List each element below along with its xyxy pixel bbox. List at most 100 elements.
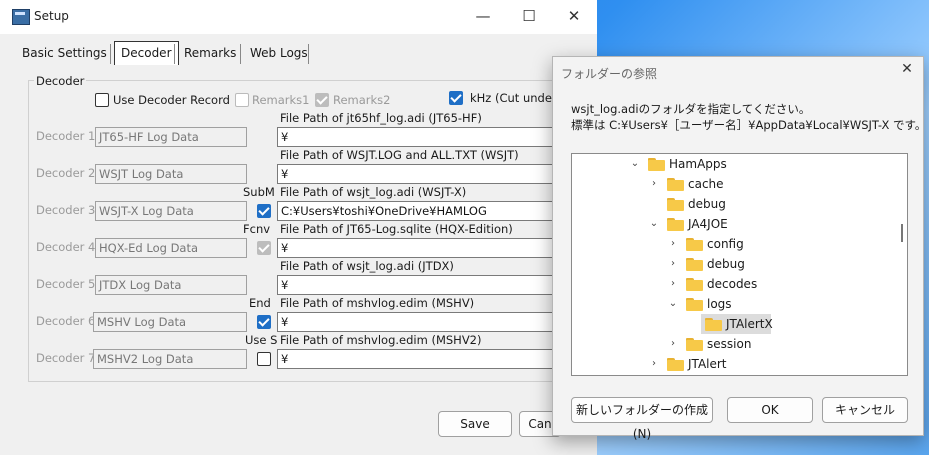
decoder-3-label: Decoder 3 [36, 203, 96, 217]
khz-checkbox[interactable] [449, 91, 463, 105]
decoder-6-path-input[interactable]: ¥ [277, 312, 554, 332]
decoder-5-path-input[interactable]: ¥ [277, 275, 554, 295]
chevron-right-icon[interactable]: › [668, 234, 678, 254]
decoder-3-submit-checkbox[interactable] [257, 204, 271, 218]
chevron-down-icon[interactable]: ⌄ [649, 214, 659, 234]
decoder-7-label: Decoder 7 [36, 351, 96, 365]
tree-item-label: logs [707, 297, 732, 311]
decoder-7-path-label: File Path of mshvlog.edim (MSHV2) [280, 333, 482, 347]
setup-window: Setup — ☐ ✕ Basic Settings Decoder Remar… [0, 0, 597, 455]
tab-decoder[interactable]: Decoder [114, 41, 179, 65]
tree-item-label: cache [688, 177, 724, 191]
app-icon [12, 9, 30, 25]
minimize-button[interactable]: — [460, 0, 506, 34]
chevron-right-icon[interactable]: › [649, 174, 659, 194]
tree-item-label: decodes [707, 277, 758, 291]
decoder-4-path-label: File Path of JT65-Log.sqlite (HQX-Editio… [280, 222, 513, 236]
decoder-4-name-field[interactable]: HQX-Ed Log Data [95, 238, 247, 258]
dialog-close-icon[interactable]: ✕ [897, 61, 917, 77]
decoder-2-name-field[interactable]: WSJT Log Data [95, 164, 247, 184]
close-button[interactable]: ✕ [551, 0, 597, 34]
group-label: Decoder [34, 74, 87, 88]
decoder-3-path-input[interactable]: C:¥Users¥toshi¥OneDrive¥HAMLOG [277, 201, 554, 221]
folder-icon [686, 278, 703, 291]
use-decoder-record-label: Use Decoder Record [113, 93, 230, 107]
decoder-7-path-input[interactable]: ¥ [277, 349, 554, 369]
tab-divider [240, 44, 241, 64]
chevron-down-icon[interactable]: ⌄ [668, 294, 678, 314]
decoder-4-fcnv-checkbox[interactable] [257, 241, 271, 255]
chevron-right-icon[interactable]: › [649, 354, 659, 374]
folder-icon [705, 318, 722, 331]
dialog-cancel-button[interactable]: キャンセル [822, 397, 908, 423]
tree-item-debug-2[interactable]: › debug [572, 254, 907, 274]
remarks2-checkbox[interactable] [315, 93, 329, 107]
dialog-title: フォルダーの参照 [561, 67, 658, 81]
chevron-right-icon[interactable]: › [668, 274, 678, 294]
folder-icon [648, 158, 665, 171]
tree-item-session[interactable]: › session [572, 334, 907, 354]
tree-item-label: debug [707, 257, 745, 271]
decoder-5-path-label: File Path of wsjt_log.adi (JTDX) [280, 259, 454, 273]
decoder-5-name-field[interactable]: JTDX Log Data [95, 275, 247, 295]
decoder-7-name-field[interactable]: MSHV2 Log Data [93, 349, 247, 369]
decoder-7-side-label: Use S [245, 333, 278, 347]
tab-remarks[interactable]: Remarks [178, 42, 242, 64]
tree-item-label: HamApps [669, 157, 727, 171]
chevron-right-icon[interactable]: › [668, 254, 678, 274]
use-decoder-record-checkbox[interactable] [95, 93, 109, 107]
folder-icon [686, 298, 703, 311]
tree-item-jtalert[interactable]: › JTAlert [572, 354, 907, 374]
decoder-3-name-field[interactable]: WSJT-X Log Data [95, 201, 247, 221]
decoder-2-path-input[interactable]: ¥ [277, 164, 554, 184]
new-folder-button[interactable]: 新しいフォルダーの作成(N) [571, 397, 713, 441]
folder-icon [667, 358, 684, 371]
maximize-button[interactable]: ☐ [506, 0, 552, 34]
tree-item-label: config [707, 237, 744, 251]
tree-item-label: JA4JOE [688, 217, 728, 231]
tab-basic-settings[interactable]: Basic Settings [16, 42, 113, 64]
decoder-6-label: Decoder 6 [36, 314, 96, 328]
khz-label: kHz (Cut under [470, 91, 557, 105]
decoder-4-path-input[interactable]: ¥ [277, 238, 554, 258]
tree-item-label: JTAlertX [726, 317, 773, 331]
decoder-7-use-checkbox[interactable] [257, 352, 271, 366]
tree-item-jtalertx[interactable]: JTAlertX [572, 314, 907, 334]
decoder-6-side-label: End [249, 296, 271, 310]
tree-item-debug[interactable]: debug [572, 194, 907, 214]
folder-tree[interactable]: ⌄ HamApps › cache debug ⌄ JA4JOE › confi… [571, 153, 908, 376]
tree-item-decodes[interactable]: › decodes [572, 274, 907, 294]
decoder-1-label: Decoder 1 [36, 129, 96, 143]
folder-icon [667, 198, 684, 211]
decoder-2-path-label: File Path of WSJT.LOG and ALL.TXT (WSJT) [280, 148, 519, 162]
save-button[interactable]: Save [438, 411, 512, 437]
decoder-3-side-label: SubM [243, 185, 275, 199]
remarks1-label: Remarks1 [252, 93, 310, 107]
decoder-6-name-field[interactable]: MSHV Log Data [93, 312, 247, 332]
decoder-3-path-label: File Path of wsjt_log.adi (WSJT-X) [280, 185, 467, 199]
tab-web-logs[interactable]: Web Logs [244, 42, 314, 64]
tree-item-logs[interactable]: ⌄ logs [572, 294, 907, 314]
tab-divider [110, 44, 111, 64]
tree-item-cache[interactable]: › cache [572, 174, 907, 194]
tree-item-label: session [707, 337, 752, 351]
decoder-1-name-field[interactable]: JT65-HF Log Data [95, 127, 247, 147]
tree-item-label: debug [688, 197, 726, 211]
ok-button[interactable]: OK [727, 397, 813, 423]
folder-icon [686, 238, 703, 251]
tree-item-hamapps[interactable]: ⌄ HamApps [572, 154, 907, 174]
chevron-down-icon[interactable]: ⌄ [630, 154, 640, 174]
remarks1-checkbox[interactable] [235, 93, 249, 107]
decoder-1-path-input[interactable]: ¥ [277, 127, 554, 147]
chevron-right-icon[interactable]: › [668, 334, 678, 354]
tree-scrollbar[interactable] [901, 224, 903, 242]
decoder-6-path-label: File Path of mshvlog.edim (MSHV) [280, 296, 475, 310]
folder-icon [686, 338, 703, 351]
tree-item-config[interactable]: › config [572, 234, 907, 254]
dialog-description-line1: wsjt_log.adiのフォルダを指定してください。 [571, 102, 811, 116]
tree-item-ja4joe[interactable]: ⌄ JA4JOE [572, 214, 907, 234]
decoder-2-label: Decoder 2 [36, 166, 96, 180]
decoder-6-end-checkbox[interactable] [257, 315, 271, 329]
tab-divider [308, 44, 309, 64]
folder-icon [667, 178, 684, 191]
